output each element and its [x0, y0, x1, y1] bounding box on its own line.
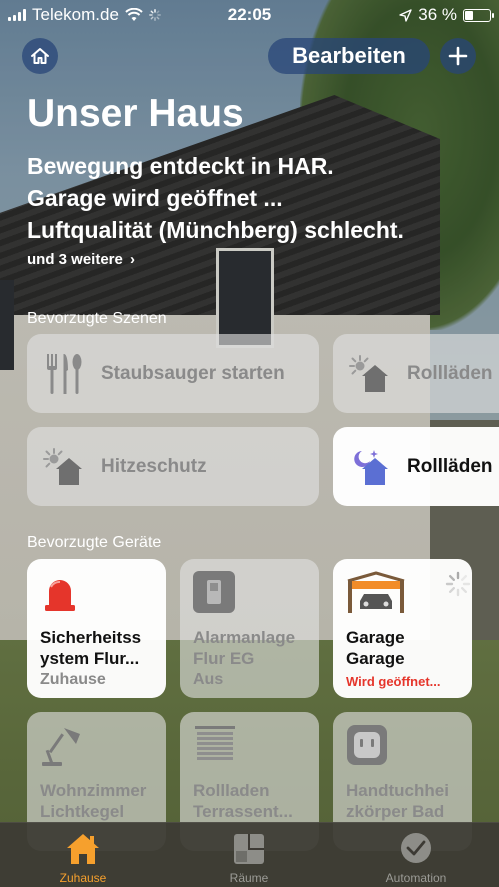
- more-alerts-label: und 3 weitere: [27, 251, 123, 268]
- scenes-section-label: Bevorzugte Szenen: [27, 310, 167, 327]
- add-button[interactable]: [440, 38, 476, 74]
- battery-percent: 36 %: [418, 5, 457, 24]
- house-icon: [67, 834, 99, 864]
- sun-house-icon: [43, 447, 82, 485]
- house-icon: [31, 48, 49, 64]
- outlet-icon: [347, 725, 387, 765]
- scene-label: Rollläden n: [407, 455, 499, 477]
- scene-tile[interactable]: Rollläden n: [333, 427, 499, 506]
- tab-label: Zuhause: [59, 871, 107, 885]
- scene-label: Staubsauger starten: [101, 362, 285, 384]
- device-tile[interactable]: Garage Garage Wird geöffnet...: [333, 559, 472, 698]
- cutlery-icon: [47, 353, 82, 394]
- device-tile[interactable]: Alarmanlage Flur EG Aus: [180, 559, 319, 698]
- alarm-panel-icon: [193, 571, 235, 613]
- device-state: Aus: [193, 671, 224, 688]
- scene-label: Rollläden: [407, 362, 493, 384]
- device-name: Garage Garage: [346, 628, 405, 668]
- moon-house-icon: [354, 449, 388, 485]
- scene-tile[interactable]: Rollläden: [333, 334, 499, 413]
- device-tile[interactable]: Sicherheitss ystem Flur... Zuhause: [27, 559, 166, 698]
- tab-automation[interactable]: Automation: [346, 823, 486, 887]
- scene-tile[interactable]: Staubsauger starten: [27, 334, 319, 413]
- sun-house-icon: [349, 354, 388, 392]
- devices-section-label: Bevorzugte Geräte: [27, 534, 162, 551]
- blinds-icon: [195, 726, 235, 760]
- tab-bar: Zuhause Räume Automation: [0, 822, 499, 887]
- status-bar: Telekom.de 22:05 36 %: [0, 0, 499, 28]
- more-alerts-link[interactable]: und 3 weitere ›: [27, 251, 135, 268]
- tab-label: Automation: [385, 871, 447, 885]
- device-state: Zuhause: [40, 671, 106, 688]
- page-title: Unser Haus: [27, 92, 244, 135]
- device-state: Wird geöffnet...: [346, 674, 441, 689]
- device-name: Sicherheitss ystem Flur...: [40, 628, 142, 668]
- home-settings-button[interactable]: [22, 38, 58, 74]
- tab-label: Räume: [229, 871, 269, 885]
- device-name: Wohnzimmer Lichtkegel: [40, 781, 147, 821]
- location-arrow-icon: [399, 8, 412, 22]
- device-name: Rollladen Terrassent...: [193, 781, 293, 821]
- garage-icon: [347, 571, 405, 613]
- automation-icon: [401, 833, 431, 863]
- battery-icon: [463, 8, 494, 22]
- scene-label: Hitzeschutz: [101, 455, 207, 477]
- plus-icon: [448, 46, 468, 66]
- device-name: Alarmanlage Flur EG: [193, 628, 296, 668]
- desk-lamp-icon: [42, 728, 80, 766]
- siren-icon: [45, 580, 75, 611]
- rooms-icon: [234, 834, 264, 864]
- device-name: Handtuchhei zkörper Bad: [346, 781, 449, 821]
- alert-line: Luftqualität (Münchberg) schlecht.: [27, 217, 404, 243]
- alert-line: Garage wird geöffnet ...: [27, 185, 283, 211]
- status-summary[interactable]: Bewegung entdeckt in HAR. Garage wird ge…: [27, 150, 404, 246]
- loading-spinner-icon: [445, 571, 471, 597]
- scene-tile[interactable]: Hitzeschutz: [27, 427, 319, 506]
- chevron-right-icon: ›: [130, 251, 136, 268]
- edit-button[interactable]: Bearbeiten: [268, 38, 430, 74]
- tab-zuhause[interactable]: Zuhause: [13, 823, 153, 887]
- alert-line: Bewegung entdeckt in HAR.: [27, 153, 334, 179]
- tab-raeume[interactable]: Räume: [179, 823, 319, 887]
